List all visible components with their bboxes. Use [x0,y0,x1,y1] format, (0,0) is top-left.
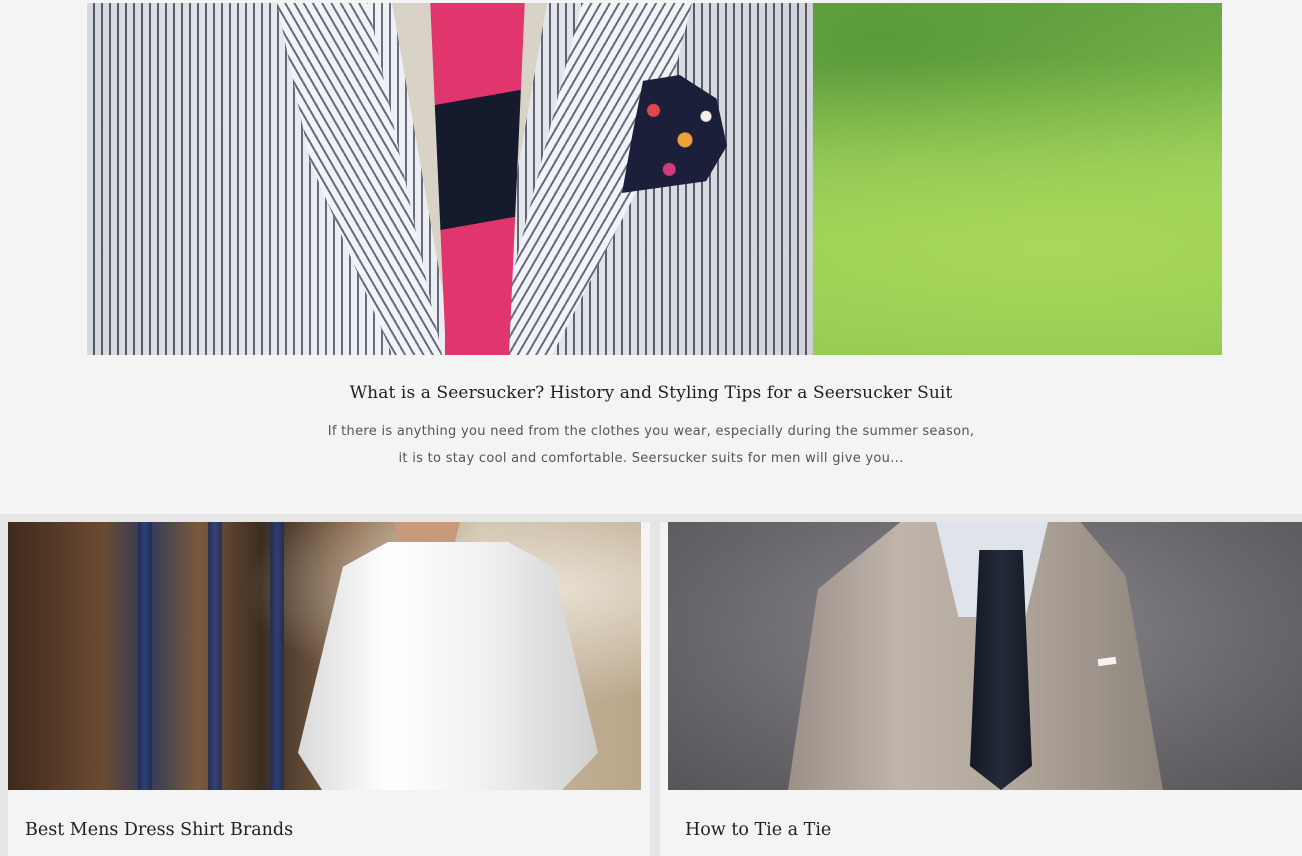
featured-post-title[interactable]: What is a Seersucker? History and Stylin… [0,383,1302,403]
blue-pillar [208,522,222,790]
featured-post-image[interactable] [87,3,1222,355]
navy-knit-tie [970,550,1032,790]
post-title[interactable]: Best Mens Dress Shirt Brands [25,820,293,840]
post-title[interactable]: How to Tie a Tie [685,820,831,840]
post-image-tie[interactable] [668,522,1302,790]
featured-post-excerpt-line-1: If there is anything you need from the c… [327,424,975,439]
post-card-dress-shirt-brands[interactable]: Best Mens Dress Shirt Brands [8,522,650,856]
post-image-dress-shirt[interactable] [8,522,641,790]
featured-post-excerpt-line-2: it is to stay cool and comfortable. Seer… [398,451,904,466]
blue-pillar [270,522,284,790]
white-dress-shirt [298,542,598,790]
post-card-how-to-tie-a-tie[interactable]: How to Tie a Tie [660,522,1302,856]
blue-pillar [138,522,152,790]
featured-post-card[interactable]: What is a Seersucker? History and Stylin… [0,0,1302,514]
